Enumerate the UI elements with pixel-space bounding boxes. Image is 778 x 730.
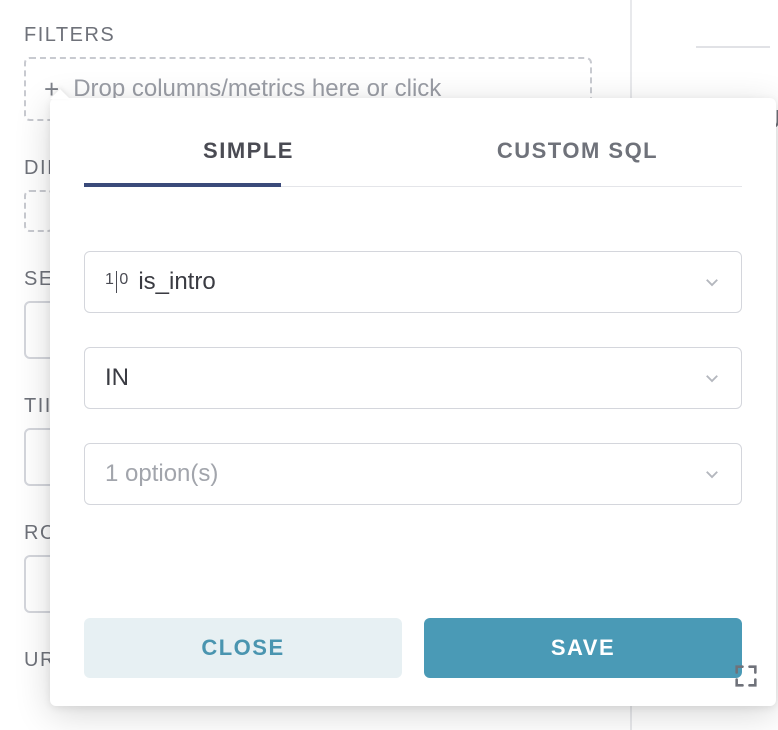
chevron-down-icon	[703, 369, 721, 387]
save-button[interactable]: SAVE	[424, 618, 742, 678]
tab-custom-sql[interactable]: CUSTOM SQL	[413, 120, 742, 186]
column-name: is_intro	[138, 268, 703, 296]
close-button[interactable]: CLOSE	[84, 618, 402, 678]
chevron-down-icon	[703, 273, 721, 291]
button-row: CLOSE SAVE	[84, 618, 742, 678]
options-select[interactable]: 1 option(s)	[84, 443, 742, 505]
popover-arrow	[50, 89, 70, 99]
form-area: 1 0 is_intro IN 1 option(s)	[50, 187, 776, 505]
operator-select[interactable]: IN	[84, 347, 742, 409]
filter-popover: SIMPLE CUSTOM SQL 1 0 is_intro IN 1 opti…	[50, 98, 776, 706]
operator-value: IN	[105, 364, 703, 392]
expand-icon[interactable]	[732, 662, 760, 690]
tab-bar: SIMPLE CUSTOM SQL	[84, 120, 742, 187]
column-select[interactable]: 1 0 is_intro	[84, 251, 742, 313]
horizontal-rule	[696, 46, 770, 48]
tab-simple[interactable]: SIMPLE	[84, 120, 413, 186]
boolean-type-icon: 1 0	[105, 271, 128, 293]
options-placeholder: 1 option(s)	[105, 460, 703, 488]
chevron-down-icon	[703, 465, 721, 483]
filters-label: FILTERS	[24, 24, 596, 47]
